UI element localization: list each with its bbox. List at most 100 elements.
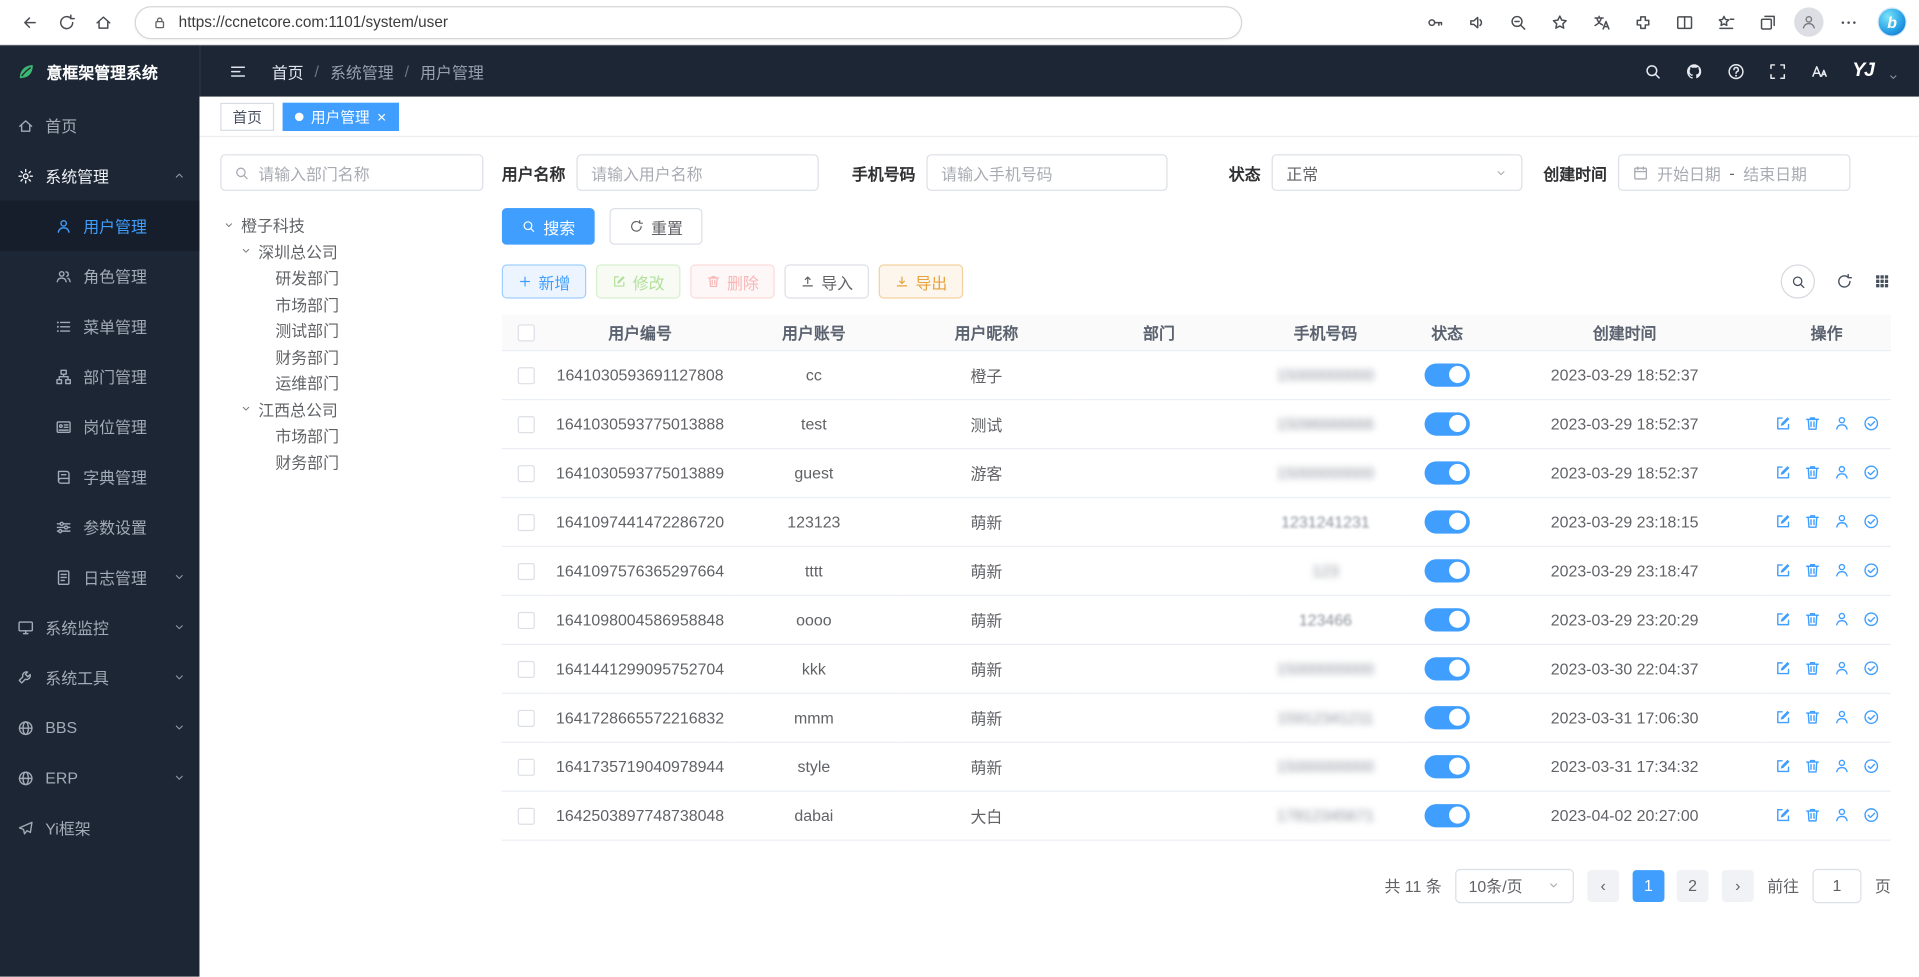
tree-node[interactable]: 运维部门: [220, 370, 483, 396]
status-toggle[interactable]: [1425, 657, 1470, 680]
reset-password-icon[interactable]: [1833, 415, 1850, 432]
tree-node[interactable]: 财务部门: [220, 343, 483, 369]
row-checkbox[interactable]: [518, 465, 535, 482]
username-input[interactable]: 请输入用户名称: [576, 154, 818, 191]
sidebar-item-bbs[interactable]: BBS: [0, 702, 199, 752]
status-toggle[interactable]: [1425, 803, 1470, 826]
copilot-icon[interactable]: b: [1877, 7, 1906, 36]
collections-icon[interactable]: [1750, 5, 1784, 39]
tree-node[interactable]: 深圳总公司: [220, 238, 483, 264]
reset-password-icon[interactable]: [1833, 513, 1850, 530]
sidebar-item-yi-framework[interactable]: Yi框架: [0, 803, 199, 853]
tree-node[interactable]: 财务部门: [220, 449, 483, 475]
add-button[interactable]: 新增: [502, 264, 586, 298]
refresh-icon[interactable]: [49, 5, 83, 39]
favorite-add-icon[interactable]: [1542, 5, 1576, 39]
font-size-icon[interactable]: [1811, 62, 1829, 80]
search-icon[interactable]: [1644, 62, 1662, 80]
reset-password-icon[interactable]: [1833, 758, 1850, 775]
phone-input[interactable]: 请输入手机号码: [926, 154, 1167, 191]
user-avatar[interactable]: YJ: [1852, 60, 1874, 82]
import-button[interactable]: 导入: [785, 264, 869, 298]
question-icon[interactable]: [1727, 62, 1745, 80]
column-settings-icon[interactable]: [1874, 273, 1891, 290]
delete-icon[interactable]: [1803, 562, 1820, 579]
edit-icon[interactable]: [1774, 709, 1791, 726]
reset-password-icon[interactable]: [1833, 464, 1850, 481]
row-checkbox[interactable]: [518, 514, 535, 531]
tree-node[interactable]: 研发部门: [220, 264, 483, 290]
edit-icon[interactable]: [1774, 660, 1791, 677]
reset-password-icon[interactable]: [1833, 611, 1850, 628]
zoom-icon[interactable]: [1500, 5, 1534, 39]
goto-page-input[interactable]: 1: [1813, 868, 1862, 902]
extensions-icon[interactable]: [1625, 5, 1659, 39]
caret-down-icon[interactable]: [223, 219, 235, 231]
tree-node[interactable]: 市场部门: [220, 291, 483, 317]
sidebar-item-menu-management[interactable]: 菜单管理: [0, 301, 199, 351]
read-aloud-icon[interactable]: [1459, 5, 1493, 39]
row-checkbox[interactable]: [518, 367, 535, 384]
delete-button[interactable]: 删除: [690, 264, 774, 298]
delete-icon[interactable]: [1803, 464, 1820, 481]
collapse-sidebar-icon[interactable]: [220, 54, 254, 88]
caret-down-icon[interactable]: [240, 403, 252, 415]
status-select[interactable]: 正常: [1272, 154, 1523, 191]
profile-icon[interactable]: [1794, 7, 1823, 36]
status-toggle[interactable]: [1425, 412, 1470, 435]
delete-icon[interactable]: [1803, 807, 1820, 824]
assign-role-icon[interactable]: [1862, 415, 1879, 432]
status-toggle[interactable]: [1425, 363, 1470, 386]
breadcrumb-item[interactable]: 系统管理: [330, 59, 394, 82]
sidebar-item-system-monitor[interactable]: 系统监控: [0, 602, 199, 652]
status-toggle[interactable]: [1425, 755, 1470, 778]
edit-icon[interactable]: [1774, 758, 1791, 775]
edit-icon[interactable]: [1774, 562, 1791, 579]
prev-page-button[interactable]: ‹: [1587, 870, 1619, 902]
assign-role-icon[interactable]: [1862, 660, 1879, 677]
sidebar-item-home[interactable]: 首页: [0, 100, 199, 150]
key-icon[interactable]: [1417, 5, 1451, 39]
address-bar[interactable]: https://ccnetcore.com:1101/system/user: [135, 6, 1243, 39]
edit-icon[interactable]: [1774, 415, 1791, 432]
page-size-select[interactable]: 10条/页: [1455, 868, 1574, 902]
page-button-1[interactable]: 1: [1633, 870, 1665, 902]
reset-button[interactable]: 重置: [609, 208, 702, 245]
split-screen-icon[interactable]: [1667, 5, 1701, 39]
reset-password-icon[interactable]: [1833, 807, 1850, 824]
assign-role-icon[interactable]: [1862, 611, 1879, 628]
sidebar-item-param-settings[interactable]: 参数设置: [0, 502, 199, 552]
tree-node[interactable]: 橙子科技: [220, 212, 483, 238]
department-search-input[interactable]: 请输入部门名称: [220, 154, 483, 191]
tab-close-icon[interactable]: ×: [377, 108, 386, 124]
assign-role-icon[interactable]: [1862, 562, 1879, 579]
tree-node[interactable]: 市场部门: [220, 422, 483, 448]
sidebar-item-log-management[interactable]: 日志管理: [0, 552, 199, 602]
sidebar-item-user-management[interactable]: 用户管理: [0, 201, 199, 251]
delete-icon[interactable]: [1803, 513, 1820, 530]
refresh-table-icon[interactable]: [1836, 273, 1853, 290]
search-button[interactable]: 搜索: [502, 208, 595, 245]
more-icon[interactable]: [1831, 5, 1865, 39]
row-checkbox[interactable]: [518, 661, 535, 678]
row-checkbox[interactable]: [518, 612, 535, 629]
select-all-checkbox[interactable]: [518, 324, 535, 341]
row-checkbox[interactable]: [518, 807, 535, 824]
assign-role-icon[interactable]: [1862, 758, 1879, 775]
edit-icon[interactable]: [1774, 464, 1791, 481]
delete-icon[interactable]: [1803, 415, 1820, 432]
row-checkbox[interactable]: [518, 563, 535, 580]
delete-icon[interactable]: [1803, 758, 1820, 775]
tab-首页[interactable]: 首页: [220, 102, 274, 130]
status-toggle[interactable]: [1425, 608, 1470, 631]
sidebar-item-system-management[interactable]: 系统管理: [0, 151, 199, 201]
assign-role-icon[interactable]: [1862, 464, 1879, 481]
page-button-2[interactable]: 2: [1677, 870, 1709, 902]
assign-role-icon[interactable]: [1862, 513, 1879, 530]
toggle-search-icon[interactable]: [1781, 264, 1815, 298]
favorites-bar-icon[interactable]: [1708, 5, 1742, 39]
delete-icon[interactable]: [1803, 660, 1820, 677]
next-page-button[interactable]: ›: [1722, 870, 1754, 902]
status-toggle[interactable]: [1425, 559, 1470, 582]
edit-icon[interactable]: [1774, 807, 1791, 824]
